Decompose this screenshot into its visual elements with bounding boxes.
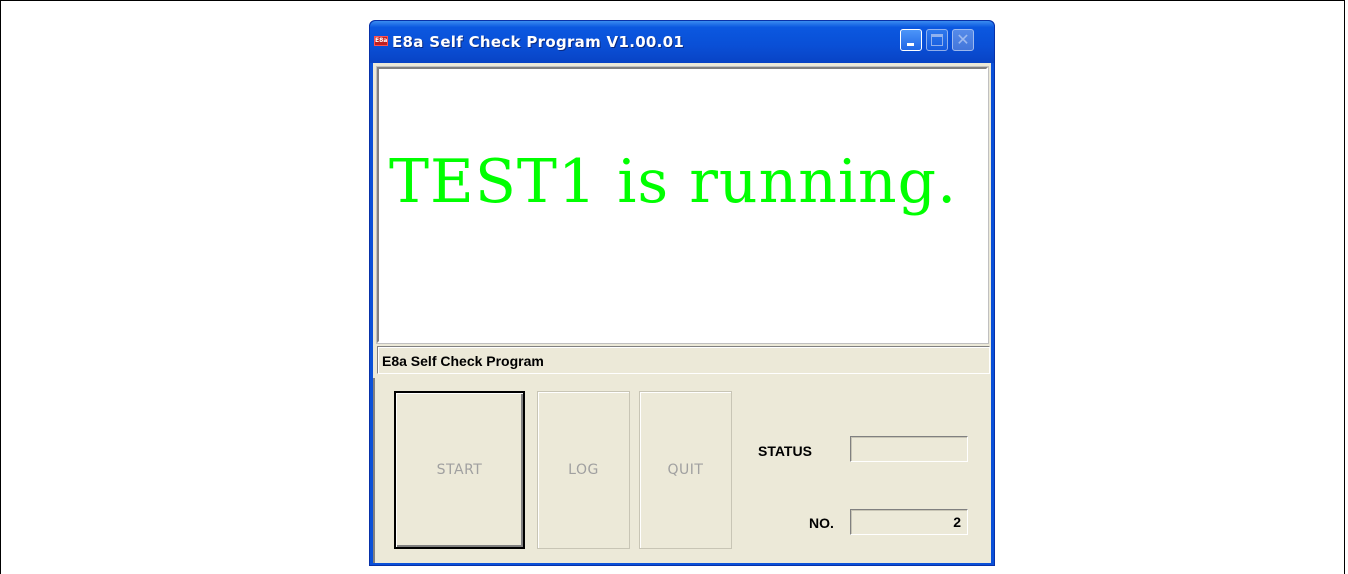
maximize-icon [931,34,943,46]
close-icon: ✕ [956,30,970,49]
status-field [850,436,968,462]
running-message: TEST1 is running. [389,147,958,217]
no-field: 2 [850,509,968,535]
minimize-icon [907,43,914,46]
quit-button[interactable]: QUIT [639,391,732,549]
start-button[interactable]: START [394,391,525,549]
log-button[interactable]: LOG [537,391,630,549]
status-label: STATUS [758,443,812,459]
close-button[interactable]: ✕ [952,29,974,51]
no-label: NO. [809,515,834,531]
maximize-button[interactable] [926,29,948,51]
window-title: E8a Self Check Program V1.00.01 [392,33,685,51]
status-bar-text: E8a Self Check Program [382,353,544,369]
app-window: E8a E8a Self Check Program V1.00.01 ✕ TE… [369,20,995,566]
title-bar[interactable]: E8a E8a Self Check Program V1.00.01 ✕ [370,21,994,63]
message-display: TEST1 is running. [376,66,989,344]
status-bar: E8a Self Check Program [377,346,990,374]
app-icon[interactable]: E8a [374,36,388,46]
minimize-button[interactable] [900,29,922,51]
window-client-area: TEST1 is running. E8a Self Check Program… [373,63,991,563]
